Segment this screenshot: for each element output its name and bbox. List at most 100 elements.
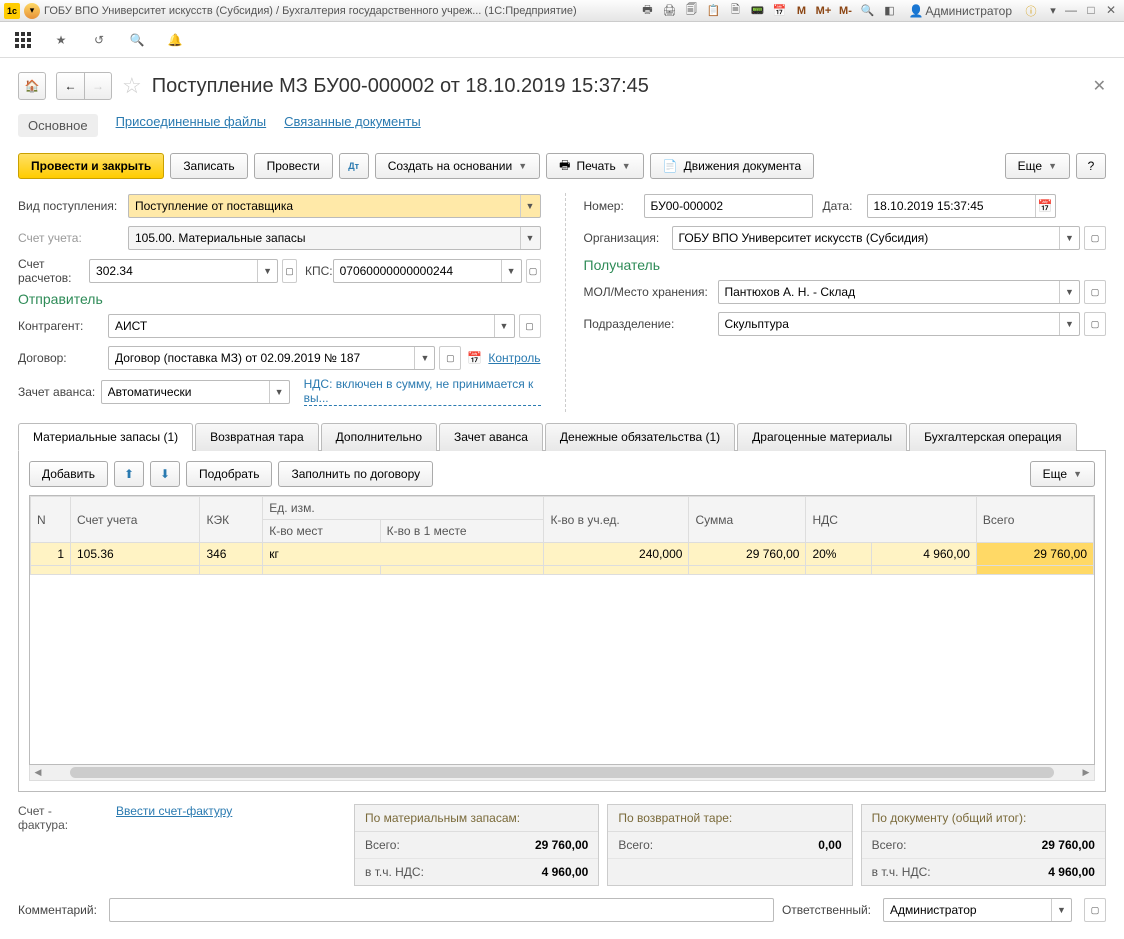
data-input[interactable]: 📅 <box>867 194 1056 218</box>
kontrol-link[interactable]: Контроль <box>488 351 540 365</box>
tab-materials[interactable]: Материальные запасы (1) <box>18 423 193 451</box>
pick-button[interactable]: Подобрать <box>186 461 272 487</box>
col-kek[interactable]: КЭК <box>200 497 263 543</box>
help-button[interactable]: ? <box>1076 153 1106 179</box>
apps-icon[interactable] <box>14 31 32 49</box>
dropdown-icon[interactable]: ▼ <box>520 227 540 249</box>
calendar-picker-icon[interactable]: 📅 <box>1035 195 1055 217</box>
org-input[interactable]: ▼ <box>672 226 1081 250</box>
tab-precious[interactable]: Драгоценные материалы <box>737 423 907 451</box>
col-ed[interactable]: Ед. изм. <box>263 497 544 520</box>
dropdown-icon[interactable]: ▼ <box>501 260 521 282</box>
history-icon[interactable]: ↺ <box>90 31 108 49</box>
tab-tara[interactable]: Возвратная тара <box>195 423 319 451</box>
podr-input[interactable]: ▼ <box>718 312 1081 336</box>
responsible-input[interactable]: ▼ <box>883 898 1072 922</box>
grid-scroll[interactable]: N Счет учета КЭК Ед. изм. К-во в уч.ед. … <box>29 495 1095 765</box>
dogovor-input[interactable]: ▼ <box>108 346 435 370</box>
col-nds[interactable]: НДС <box>806 497 976 543</box>
col-schet[interactable]: Счет учета <box>71 497 200 543</box>
calendar-icon[interactable]: 📅 <box>770 2 788 20</box>
minimize-icon[interactable]: — <box>1062 3 1080 19</box>
grid-more-button[interactable]: Еще▼ <box>1030 461 1095 487</box>
kps-input[interactable]: ▼ <box>333 259 522 283</box>
col-kvo[interactable]: К-во в уч.ед. <box>544 497 689 543</box>
dropdown-icon[interactable]: ▼ <box>1051 899 1071 921</box>
mol-input[interactable]: ▼ <box>718 280 1081 304</box>
open-icon[interactable]: ▢ <box>519 314 541 338</box>
scroll-right-icon[interactable]: ▶ <box>1078 765 1094 780</box>
dropdown-icon[interactable]: ▼ <box>257 260 277 282</box>
open-icon[interactable]: ▢ <box>1084 312 1106 336</box>
kontragent-input[interactable]: ▼ <box>108 314 515 338</box>
help-icon[interactable]: ⓘ <box>1022 2 1040 20</box>
col-summa[interactable]: Сумма <box>689 497 806 543</box>
open-icon[interactable]: ▢ <box>439 346 461 370</box>
help-dd-icon[interactable]: ▾ <box>1044 2 1062 20</box>
table-row-sub[interactable] <box>31 566 1094 575</box>
search-icon[interactable]: 🔍 <box>128 31 146 49</box>
vid-input[interactable]: ▼ <box>128 194 541 218</box>
subtab-main[interactable]: Основное <box>18 114 98 137</box>
home-button[interactable]: 🏠 <box>18 72 46 100</box>
pane-icon[interactable]: ◧ <box>880 2 898 20</box>
nomer-input[interactable] <box>644 194 813 218</box>
doc-icon[interactable]: 🗎 <box>726 2 744 20</box>
maximize-icon[interactable]: □ <box>1082 3 1100 19</box>
star-icon[interactable]: ★ <box>52 31 70 49</box>
move-down-button[interactable]: ⬇ <box>150 461 180 487</box>
create-on-basis-button[interactable]: Создать на основании▼ <box>375 153 540 179</box>
zoom-icon[interactable]: 🔍 <box>858 2 876 20</box>
dropdown-icon[interactable]: ▼ <box>1059 313 1079 335</box>
memory-mplus-icon[interactable]: M+ <box>814 2 832 20</box>
open-icon[interactable]: ▢ <box>282 259 297 283</box>
fill-by-contract-button[interactable]: Заполнить по договору <box>278 461 433 487</box>
add-row-button[interactable]: Добавить <box>29 461 108 487</box>
nds-link[interactable]: НДС: включен в сумму, не принимается к в… <box>304 377 541 406</box>
post-button[interactable]: Провести <box>254 153 333 179</box>
dropdown-icon[interactable]: ▼ <box>494 315 514 337</box>
bell-icon[interactable]: 🔔 <box>166 31 184 49</box>
col-v1[interactable]: К-во в 1 месте <box>380 520 544 543</box>
schet-ucheta-input[interactable]: ▼ <box>128 226 541 250</box>
nav-back-button[interactable]: ← <box>56 72 84 100</box>
move-up-button[interactable]: ⬆ <box>114 461 144 487</box>
scrollbar-thumb[interactable] <box>70 767 1054 778</box>
print2-icon[interactable]: 🖨 <box>660 2 678 20</box>
user-label[interactable]: 👤 Администратор <box>908 4 1012 18</box>
calc-icon[interactable]: 📟 <box>748 2 766 20</box>
open-icon[interactable]: ▢ <box>526 259 541 283</box>
comment-input[interactable] <box>109 898 774 922</box>
more-button[interactable]: Еще▼ <box>1005 153 1070 179</box>
open-icon[interactable]: ▢ <box>1084 226 1106 250</box>
save-button[interactable]: Записать <box>170 153 247 179</box>
calendar-icon[interactable]: 📅 <box>467 351 482 365</box>
col-n[interactable]: N <box>31 497 71 543</box>
enter-invoice-link[interactable]: Ввести счет-фактуру <box>116 804 232 818</box>
col-vsego[interactable]: Всего <box>976 497 1093 543</box>
horizontal-scrollbar[interactable]: ◀ ▶ <box>29 765 1095 781</box>
tab-extra[interactable]: Дополнительно <box>321 423 437 451</box>
dropdown-icon[interactable]: ▼ <box>414 347 434 369</box>
memory-m-icon[interactable]: M <box>792 2 810 20</box>
nav-forward-button[interactable]: → <box>84 72 112 100</box>
scroll-left-icon[interactable]: ◀ <box>30 765 46 780</box>
dtkt-button[interactable]: Дт <box>339 153 369 179</box>
tab-money[interactable]: Денежные обязательства (1) <box>545 423 735 451</box>
dropdown-icon[interactable]: ▼ <box>1059 281 1079 303</box>
close-page-icon[interactable]: ✕ <box>1093 76 1106 96</box>
tab-avans[interactable]: Зачет аванса <box>439 423 543 451</box>
subtab-files[interactable]: Присоединенные файлы <box>116 114 267 137</box>
dropdown-icon[interactable]: ▼ <box>520 195 540 217</box>
open-icon[interactable]: ▢ <box>1084 280 1106 304</box>
print-icon[interactable]: 🖶 <box>638 2 656 20</box>
memory-mminus-icon[interactable]: M- <box>836 2 854 20</box>
titlebar-dropdown-icon[interactable]: ▾ <box>24 3 40 19</box>
tab-accounting[interactable]: Бухгалтерская операция <box>909 423 1076 451</box>
table-row[interactable]: 1 105.36 346 кг 240,000 29 760,00 20% 4 … <box>31 543 1094 566</box>
close-window-icon[interactable]: ✕ <box>1102 3 1120 19</box>
copy-icon[interactable]: 🗐 <box>682 2 700 20</box>
favorite-star-icon[interactable]: ☆ <box>122 73 142 99</box>
dropdown-icon[interactable]: ▼ <box>269 381 289 403</box>
movements-button[interactable]: 📄Движения документа <box>650 153 815 179</box>
